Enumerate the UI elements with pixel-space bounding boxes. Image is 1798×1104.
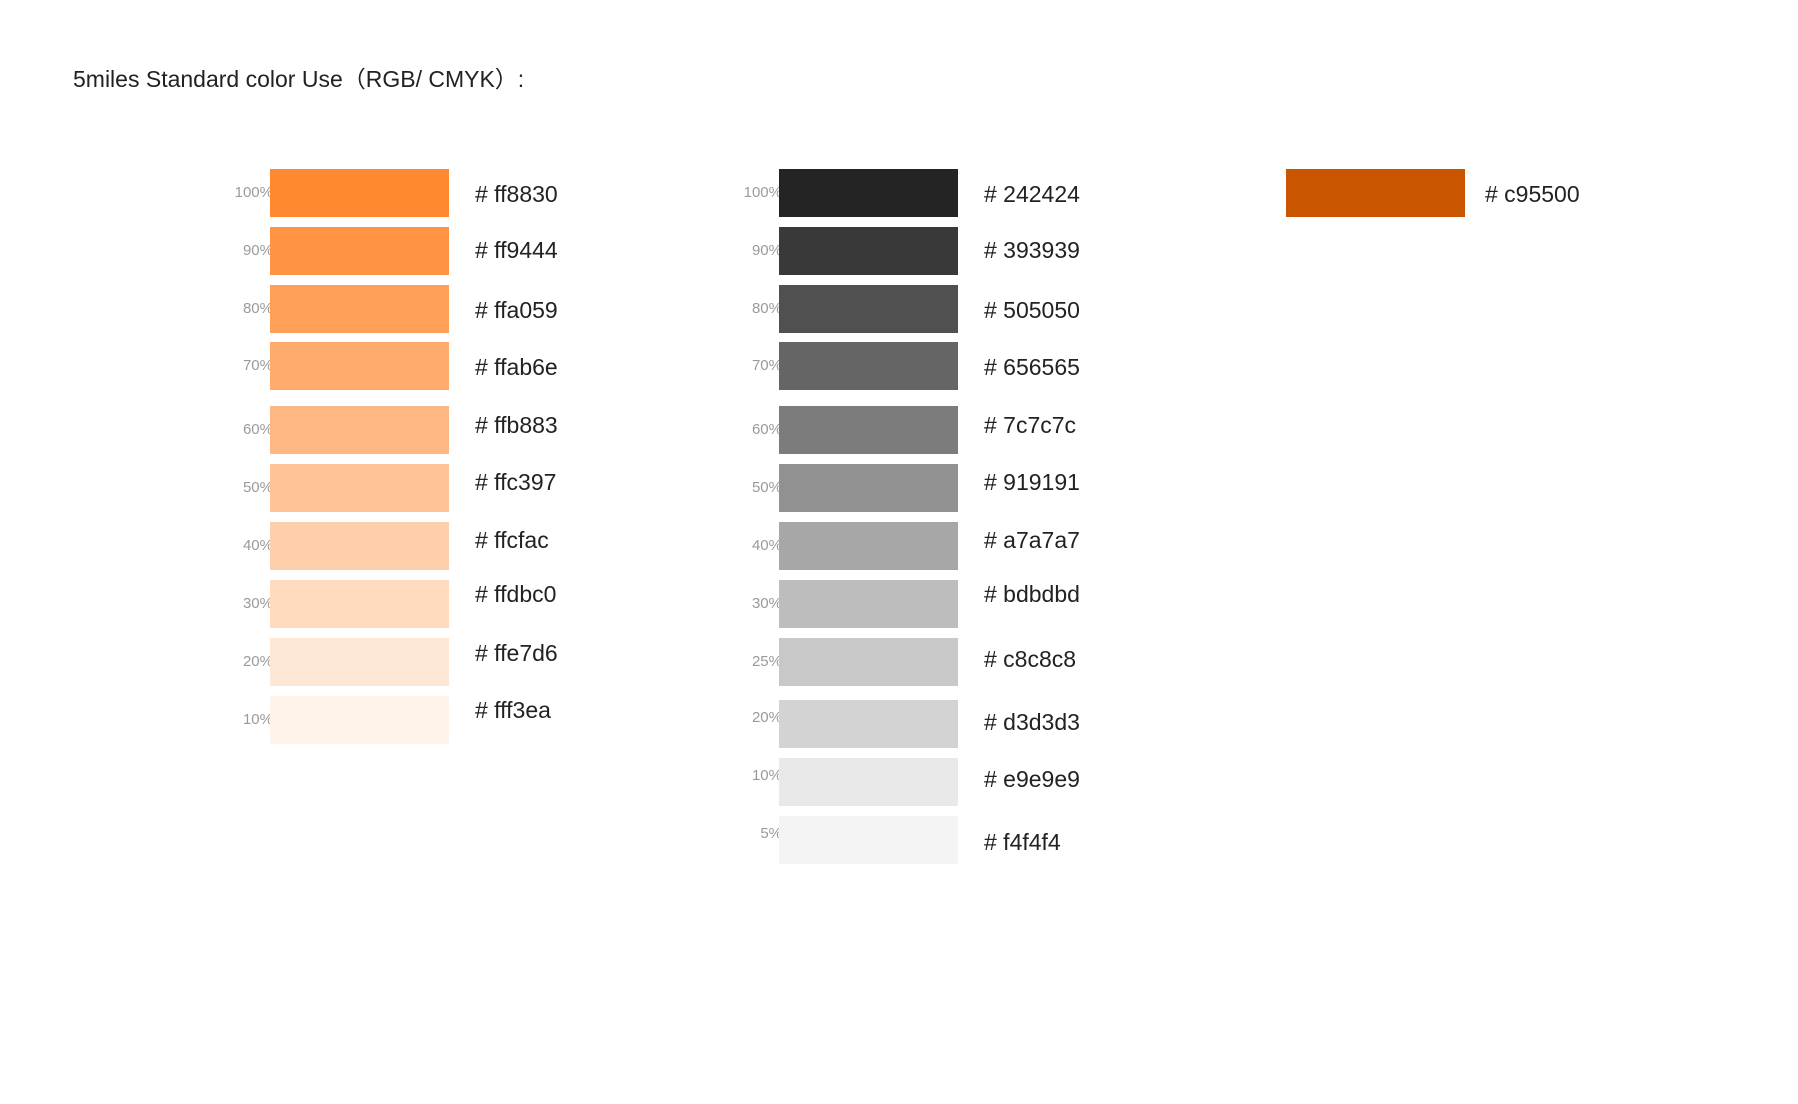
color-swatch [270, 464, 449, 512]
percent-label: 50% [242, 479, 273, 496]
hex-code: # fff3ea [475, 697, 551, 723]
hex-code: # ff8830 [475, 181, 558, 207]
hex-code: # c8c8c8 [984, 646, 1077, 672]
color-swatch [779, 758, 958, 806]
color-swatch [779, 227, 958, 275]
percent-label: 60% [242, 421, 273, 438]
color-swatch [270, 638, 449, 686]
color-swatch [779, 816, 958, 864]
percent-label: 10% [242, 711, 273, 728]
hex-code: # 242424 [984, 181, 1080, 207]
percent-label: 5% [760, 825, 782, 842]
percent-label: 30% [751, 595, 782, 612]
color-swatch [779, 464, 958, 512]
percent-label: 20% [242, 653, 273, 670]
percent-label: 80% [751, 300, 782, 317]
percent-label: 50% [751, 479, 782, 496]
percent-label: 25% [751, 653, 782, 670]
hex-code: # 656565 [984, 354, 1080, 380]
percent-label: 70% [242, 357, 273, 374]
color-swatch [270, 169, 449, 217]
page-title: 5miles Standard color Use（RGB/ CMYK）: [73, 66, 525, 92]
percent-label: 70% [751, 357, 782, 374]
color-swatch [779, 522, 958, 570]
color-swatch [779, 285, 958, 333]
percent-label: 80% [242, 300, 273, 317]
percent-label: 40% [751, 537, 782, 554]
color-swatch [270, 696, 449, 744]
percent-label: 10% [751, 767, 782, 784]
color-swatch [1286, 169, 1465, 217]
hex-code: # f4f4f4 [984, 829, 1061, 855]
hex-code: # a7a7a7 [984, 527, 1080, 553]
hex-code: # c95500 [1485, 181, 1580, 207]
hex-code: # 505050 [984, 297, 1080, 323]
percent-label: 90% [242, 242, 273, 259]
color-swatch [779, 638, 958, 686]
hex-code: # bdbdbd [984, 581, 1080, 607]
color-swatch [779, 169, 958, 217]
hex-code: # ffdbc0 [475, 581, 557, 607]
color-swatch [779, 342, 958, 390]
percent-label: 20% [751, 709, 782, 726]
percent-label: 60% [751, 421, 782, 438]
hex-code: # ffab6e [475, 354, 558, 380]
color-swatch [270, 406, 449, 454]
hex-code: # 393939 [984, 237, 1080, 263]
hex-code: # e9e9e9 [984, 766, 1080, 792]
percent-label: 100% [234, 184, 273, 201]
hex-code: # ffc397 [475, 469, 557, 495]
hex-code: # ffe7d6 [475, 640, 558, 666]
color-swatch [270, 342, 449, 390]
hex-code: # ffb883 [475, 412, 558, 438]
color-swatch [779, 700, 958, 748]
percent-label: 30% [242, 595, 273, 612]
percent-label: 100% [743, 184, 782, 201]
hex-code: # 919191 [984, 469, 1080, 495]
color-swatch [270, 285, 449, 333]
hex-code: # 7c7c7c [984, 412, 1077, 438]
color-swatch [270, 227, 449, 275]
percent-label: 90% [751, 242, 782, 259]
hex-code: # ffa059 [475, 297, 558, 323]
hex-code: # ff9444 [475, 237, 558, 263]
color-swatch [779, 406, 958, 454]
color-swatch [270, 580, 449, 628]
color-swatch [779, 580, 958, 628]
color-swatch [270, 522, 449, 570]
hex-code: # d3d3d3 [984, 709, 1080, 735]
percent-label: 40% [242, 537, 273, 554]
hex-code: # ffcfac [475, 527, 549, 553]
